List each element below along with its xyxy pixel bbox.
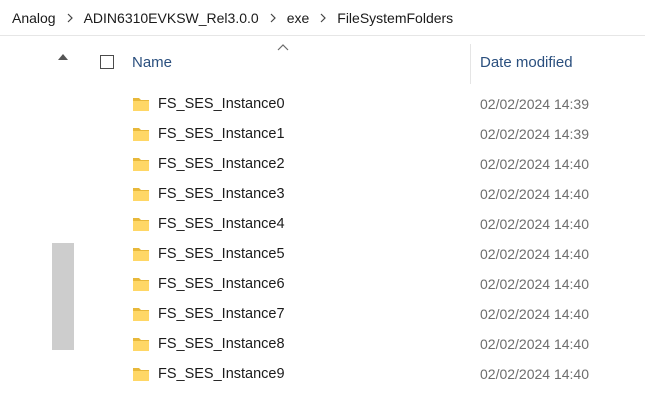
- list-item[interactable]: FS_SES_Instance1 02/02/2024 14:39: [90, 120, 645, 150]
- chevron-right-icon[interactable]: [60, 13, 80, 23]
- file-date-modified: 02/02/2024 14:40: [480, 186, 589, 202]
- folder-icon: [132, 95, 150, 113]
- column-divider[interactable]: [470, 44, 471, 84]
- breadcrumb: Analog ADIN6310EVKSW_Rel3.0.0 exe FileSy…: [0, 0, 645, 36]
- list-item[interactable]: FS_SES_Instance5 02/02/2024 14:40: [90, 240, 645, 270]
- scrollbar-thumb[interactable]: [52, 243, 74, 350]
- folder-icon: [132, 185, 150, 203]
- file-list: FS_SES_Instance0 02/02/2024 14:39 FS_SES…: [90, 90, 645, 390]
- chevron-right-icon[interactable]: [263, 13, 283, 23]
- folder-icon: [132, 215, 150, 233]
- folder-icon: [132, 305, 150, 323]
- file-explorer-window: Analog ADIN6310EVKSW_Rel3.0.0 exe FileSy…: [0, 0, 645, 398]
- file-name: FS_SES_Instance3: [158, 186, 285, 202]
- list-item[interactable]: FS_SES_Instance6 02/02/2024 14:40: [90, 270, 645, 300]
- list-item[interactable]: FS_SES_Instance7 02/02/2024 14:40: [90, 300, 645, 330]
- select-all-checkbox[interactable]: [100, 55, 114, 69]
- list-item[interactable]: FS_SES_Instance2 02/02/2024 14:40: [90, 150, 645, 180]
- chevron-right-icon[interactable]: [313, 13, 333, 23]
- file-name: FS_SES_Instance4: [158, 216, 285, 232]
- breadcrumb-item-analog[interactable]: Analog: [8, 10, 60, 26]
- chevron-up-icon: [277, 40, 289, 54]
- file-date-modified: 02/02/2024 14:40: [480, 366, 589, 382]
- folder-icon: [132, 125, 150, 143]
- file-name: FS_SES_Instance7: [158, 306, 285, 322]
- navigation-pane-scrollbar[interactable]: [48, 36, 78, 398]
- file-name: FS_SES_Instance9: [158, 366, 285, 382]
- column-header-date-modified[interactable]: Date modified: [480, 54, 573, 71]
- file-name: FS_SES_Instance0: [158, 96, 285, 112]
- list-item[interactable]: FS_SES_Instance9 02/02/2024 14:40: [90, 360, 645, 390]
- list-item[interactable]: FS_SES_Instance3 02/02/2024 14:40: [90, 180, 645, 210]
- file-name: FS_SES_Instance8: [158, 336, 285, 352]
- file-name: FS_SES_Instance1: [158, 126, 285, 142]
- file-date-modified: 02/02/2024 14:40: [480, 216, 589, 232]
- column-header: Name Date modified: [90, 36, 645, 88]
- file-date-modified: 02/02/2024 14:39: [480, 126, 589, 142]
- file-date-modified: 02/02/2024 14:40: [480, 156, 589, 172]
- file-name: FS_SES_Instance6: [158, 276, 285, 292]
- file-date-modified: 02/02/2024 14:40: [480, 306, 589, 322]
- file-name: FS_SES_Instance5: [158, 246, 285, 262]
- list-item[interactable]: FS_SES_Instance8 02/02/2024 14:40: [90, 330, 645, 360]
- list-item[interactable]: FS_SES_Instance0 02/02/2024 14:39: [90, 90, 645, 120]
- folder-icon: [132, 275, 150, 293]
- breadcrumb-item-filesystemfolders[interactable]: FileSystemFolders: [333, 10, 457, 26]
- folder-icon: [132, 335, 150, 353]
- file-name: FS_SES_Instance2: [158, 156, 285, 172]
- list-item[interactable]: FS_SES_Instance4 02/02/2024 14:40: [90, 210, 645, 240]
- breadcrumb-item-release[interactable]: ADIN6310EVKSW_Rel3.0.0: [80, 10, 263, 26]
- scroll-up-arrow-icon[interactable]: [56, 52, 70, 66]
- folder-icon: [132, 155, 150, 173]
- breadcrumb-item-exe[interactable]: exe: [283, 10, 314, 26]
- folder-icon: [132, 365, 150, 383]
- file-date-modified: 02/02/2024 14:40: [480, 336, 589, 352]
- folder-icon: [132, 245, 150, 263]
- file-date-modified: 02/02/2024 14:40: [480, 276, 589, 292]
- column-header-name[interactable]: Name: [132, 54, 172, 71]
- file-date-modified: 02/02/2024 14:39: [480, 96, 589, 112]
- file-date-modified: 02/02/2024 14:40: [480, 246, 589, 262]
